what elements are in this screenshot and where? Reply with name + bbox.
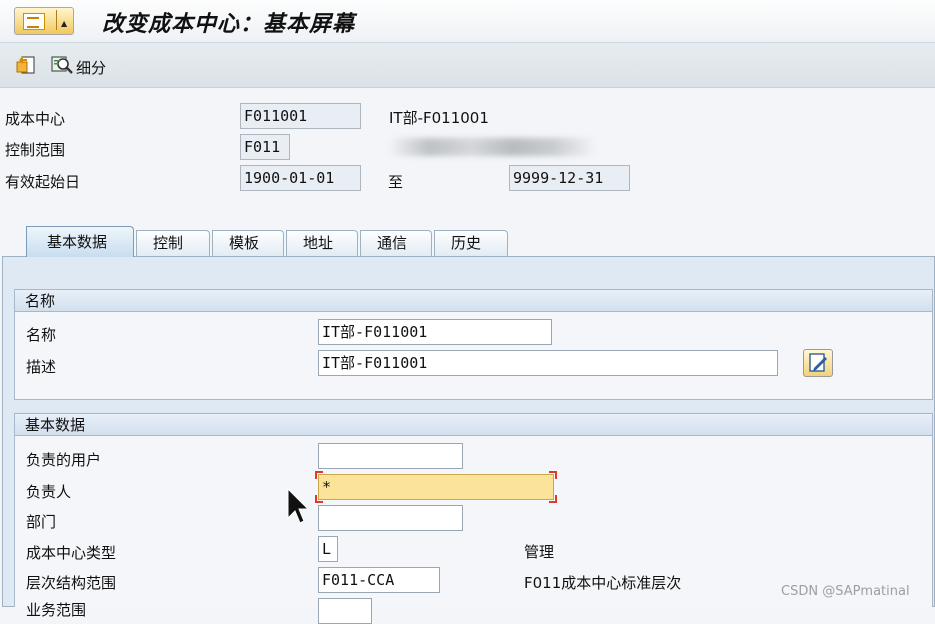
tab-templates[interactable]: 模板 — [212, 230, 284, 256]
edit-long-text-button[interactable] — [803, 349, 833, 377]
drilldown-button[interactable]: 细分 — [76, 57, 106, 78]
hierarchy-area-input[interactable]: F011-CCA — [318, 567, 440, 593]
name-input[interactable]: IT部-F011001 — [318, 319, 552, 345]
category-input[interactable]: L — [318, 536, 338, 562]
system-menu-button[interactable]: ▲ — [14, 7, 74, 35]
category-description: 管理 — [524, 543, 555, 561]
dropdown-arrow-icon: ▲ — [61, 19, 68, 28]
valid-to-label: 至 — [388, 173, 404, 191]
hierarchy-area-description: F011成本中心标准层次 — [524, 574, 682, 592]
application-toolbar: 细分 — [0, 43, 935, 88]
department-label: 部门 — [26, 513, 57, 531]
menu-icon — [23, 13, 45, 30]
basic-data-group-title: 基本数据 — [15, 414, 932, 436]
redacted-text — [388, 138, 596, 156]
basic-data-group: 基本数据 — [14, 413, 933, 607]
edit-icon — [809, 353, 827, 372]
category-label: 成本中心类型 — [26, 544, 117, 562]
display-change-icon[interactable] — [15, 54, 37, 76]
person-responsible-input[interactable]: * — [318, 474, 554, 500]
tab-address[interactable]: 地址 — [286, 230, 358, 256]
required-marker — [549, 495, 557, 503]
valid-to-field: 9999-12-31 — [509, 165, 630, 191]
hierarchy-area-label: 层次结构范围 — [26, 574, 117, 592]
user-responsible-label: 负责的用户 — [26, 451, 102, 469]
department-input[interactable] — [318, 505, 463, 531]
valid-from-label: 有效起始日 — [5, 173, 81, 191]
required-marker — [549, 471, 557, 479]
description-label: 描述 — [26, 358, 57, 376]
mouse-cursor-icon — [287, 488, 310, 524]
page-title: 改变成本中心：基本屏幕 — [102, 11, 356, 37]
required-marker — [315, 471, 323, 479]
description-input[interactable]: IT部-F011001 — [318, 350, 778, 376]
menu-separator — [56, 10, 57, 30]
controlling-area-field: F011 — [240, 134, 290, 160]
drilldown-icon[interactable] — [50, 54, 74, 76]
valid-from-field: 1900-01-01 — [240, 165, 361, 191]
required-marker — [315, 495, 323, 503]
person-responsible-label: 负责人 — [26, 483, 72, 501]
tab-control[interactable]: 控制 — [136, 230, 210, 256]
names-group-title: 名称 — [15, 290, 932, 312]
tab-history[interactable]: 历史 — [434, 230, 508, 256]
tab-communication[interactable]: 通信 — [360, 230, 432, 256]
title-bar: ▲ 改变成本中心：基本屏幕 — [0, 0, 935, 43]
user-responsible-input[interactable] — [318, 443, 463, 469]
business-area-input[interactable] — [318, 598, 372, 624]
cost-center-description: IT部-F011001 — [389, 109, 489, 127]
cost-center-field: F011001 — [240, 103, 361, 129]
business-area-label: 业务范围 — [26, 601, 87, 619]
controlling-area-label: 控制范围 — [5, 141, 66, 159]
watermark: CSDN @SAPmatinal — [781, 584, 910, 599]
tab-basic-data[interactable]: 基本数据 — [26, 226, 134, 257]
cost-center-label: 成本中心 — [5, 110, 66, 128]
name-label: 名称 — [26, 326, 57, 344]
